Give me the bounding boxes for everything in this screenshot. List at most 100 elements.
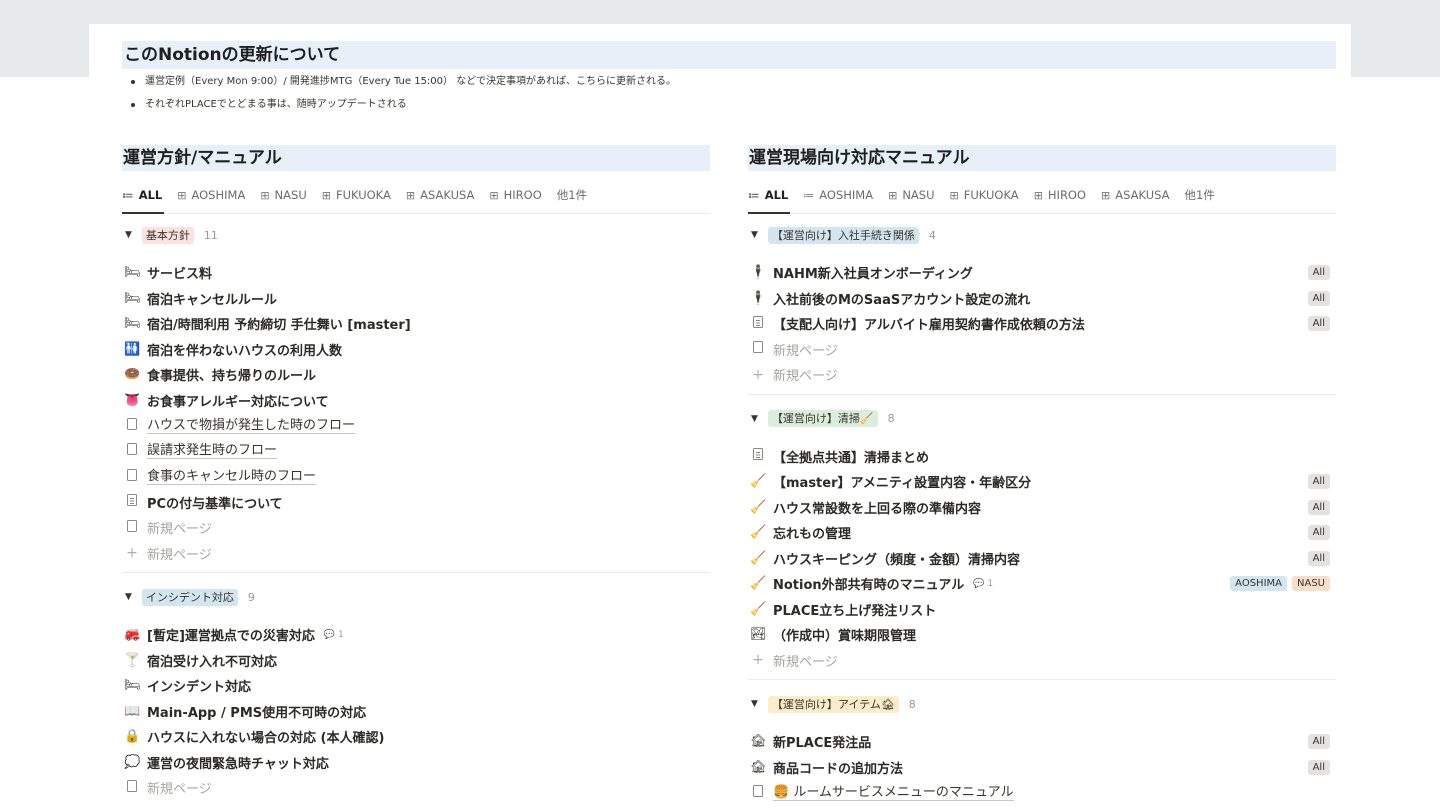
page-row[interactable]: 🧹 忘れもの管理 All bbox=[748, 520, 1336, 546]
page-row[interactable]: + 新規ページ bbox=[122, 541, 710, 567]
page-row[interactable]: PCの付与基準について bbox=[122, 490, 710, 516]
page-icon bbox=[124, 417, 140, 434]
page-row[interactable]: 新規ページ bbox=[748, 337, 1336, 363]
emoji-icon: 🛏 bbox=[124, 678, 141, 694]
comment-count[interactable]: 💬 1 bbox=[973, 579, 993, 589]
collapse-caret-icon[interactable]: ▼ bbox=[125, 230, 132, 240]
group-count: 4 bbox=[928, 228, 936, 242]
page-row[interactable]: 【支配人向け】アルバイト雇用契約書作成依頼の方法 All bbox=[748, 311, 1336, 337]
page-row[interactable]: + 新規ページ bbox=[748, 648, 1336, 674]
tab-asakusa[interactable]: ⊞ ASAKUSA bbox=[406, 177, 475, 213]
page-row[interactable]: 🔒 ハウスに入れない場合の対応 (本人確認) bbox=[122, 724, 710, 750]
collapse-caret-icon[interactable]: ▼ bbox=[751, 414, 758, 424]
page-row[interactable]: 🚻 宿泊を伴わないハウスの利用人数 bbox=[122, 337, 710, 363]
emoji-icon: 🧹 bbox=[750, 499, 767, 515]
group-items: 🛏 サービス料 🛏 宿泊キャンセルルール 🛏 宿泊/時間利用 予約締切 手仕舞い [mas… bbox=[122, 260, 710, 566]
group-header[interactable]: ▼ 【運営向け】入社手続き関係 4 bbox=[748, 216, 1336, 254]
table-view-icon: ⊞ bbox=[949, 188, 959, 202]
page-row[interactable]: 🕴 入社前後のMのSaaSアカウント設定の流れ All bbox=[748, 286, 1336, 312]
page-row[interactable]: 🏚 商品コードの追加方法 All bbox=[748, 755, 1336, 781]
page-row[interactable]: 🏚 新PLACE発注品 All bbox=[748, 729, 1336, 755]
page-row[interactable]: + 新規ページ bbox=[748, 362, 1336, 388]
tab-nasu[interactable]: ⊞ NASU bbox=[260, 177, 306, 213]
page-row[interactable]: 🕴 NAHM新入社員オンボーディング All bbox=[748, 260, 1336, 286]
tab-asakusa[interactable]: ⊞ ASAKUSA bbox=[1101, 177, 1170, 213]
page-row[interactable]: 💭 運営の夜間緊急時チャット対応 bbox=[122, 750, 710, 776]
tab-label: 他1件 bbox=[556, 188, 588, 202]
right-database-title[interactable]: 運営現場向け対応マニュアル bbox=[748, 145, 1336, 171]
collapse-caret-icon[interactable]: ▼ bbox=[751, 230, 758, 240]
tab-label: ALL bbox=[764, 188, 789, 202]
page-row[interactable]: 🧹 ハウス常設数を上回る際の準備内容 All bbox=[748, 495, 1336, 521]
page-row[interactable]: 🏞 （作成中）賞味期限管理 bbox=[748, 622, 1336, 648]
group-header[interactable]: ▼ 基本方針 11 bbox=[122, 216, 710, 254]
page-row[interactable]: 🛏 サービス料 bbox=[122, 260, 710, 286]
page-title: [暫定]運営拠点での災害対応 bbox=[147, 629, 315, 645]
tab-label: FUKUOKA bbox=[963, 188, 1019, 202]
page-row[interactable]: 🧹 【master】アメニティ設置内容・年齢区分 All bbox=[748, 469, 1336, 495]
tab-fukuoka[interactable]: ⊞ FUKUOKA bbox=[950, 177, 1019, 213]
group-items: 🏚 新PLACE発注品 All 🏚 商品コードの追加方法 All 🍔 ルームサービスメニュー… bbox=[748, 729, 1336, 806]
group-count: 8 bbox=[908, 697, 916, 711]
tab-label: FUKUOKA bbox=[335, 188, 391, 202]
page-row[interactable]: 🧹 ハウスキーピング（頻度・金額）清掃内容 All bbox=[748, 546, 1336, 572]
list-view-icon: ≔ bbox=[122, 188, 134, 202]
tab-aoshima[interactable]: ≔ AOSHIMA bbox=[803, 177, 873, 213]
page-row[interactable]: 🛏 宿泊/時間利用 予約締切 手仕舞い [master] bbox=[122, 311, 710, 337]
page-icon bbox=[750, 784, 766, 801]
collapse-caret-icon[interactable]: ▼ bbox=[751, 699, 758, 709]
comment-count[interactable]: 💬 1 bbox=[324, 630, 344, 640]
page-row[interactable]: 🍩 食事提供、持ち帰りのルール bbox=[122, 362, 710, 388]
tab-他1件[interactable]: 他1件 bbox=[1185, 177, 1215, 213]
group-header[interactable]: ▼ インシデント対応 9 bbox=[122, 578, 710, 616]
tab-aoshima[interactable]: ⊞ AOSHIMA bbox=[177, 177, 245, 213]
page-title: 新規ページ bbox=[147, 782, 212, 798]
table-view-icon: ⊞ bbox=[888, 188, 898, 202]
page-row[interactable]: 📖 Main-App / PMS使用不可時の対応 bbox=[122, 699, 710, 725]
page-row[interactable]: 誤請求発生時のフロー bbox=[122, 439, 710, 465]
page-row[interactable]: 🧹 Notion外部共有時のマニュアル 💬 1 AOSHIMA NASU bbox=[748, 571, 1336, 597]
group-header[interactable]: ▼ 【運営向け】清掃🧹 8 bbox=[748, 400, 1336, 438]
page-row[interactable]: 🛏 インシデント対応 bbox=[122, 673, 710, 699]
tab-hiroo[interactable]: ⊞ HIROO bbox=[489, 177, 541, 213]
group-tag: 【運営向け】入社手続き関係 bbox=[767, 226, 919, 244]
tab-all[interactable]: ≔ ALL bbox=[748, 177, 791, 214]
page-row[interactable]: 新規ページ bbox=[122, 775, 710, 801]
tab-fukuoka[interactable]: ⊞ FUKUOKA bbox=[322, 177, 391, 213]
page-row[interactable]: 新規ページ bbox=[122, 515, 710, 541]
emoji-icon: 🔒 bbox=[124, 729, 141, 745]
page-row[interactable]: 🚒 [暫定]運営拠点での災害対応 💬 1 bbox=[122, 622, 710, 648]
page-row[interactable]: 🛏 宿泊キャンセルルール bbox=[122, 286, 710, 312]
page-title: 入社前後のMのSaaSアカウント設定の流れ bbox=[773, 292, 1031, 308]
group-count: 9 bbox=[247, 590, 255, 604]
emoji-icon: 📖 bbox=[124, 703, 141, 719]
collapse-caret-icon[interactable]: ▼ bbox=[125, 592, 132, 602]
page-row[interactable]: 🍸 宿泊受け入れ不可対応 bbox=[122, 648, 710, 674]
group: ▼ 【運営向け】アイテム🏚 8 🏚 新PLACE発注品 All 🏚 商品コードの追加方法 All… bbox=[748, 679, 1336, 806]
tab-他1件[interactable]: 他1件 bbox=[557, 177, 587, 213]
page-row[interactable]: 🍔 ルームサービスメニューのマニュアル bbox=[748, 780, 1336, 806]
tab-label: AOSHIMA bbox=[819, 188, 874, 202]
group-count: 8 bbox=[887, 412, 895, 425]
tab-all[interactable]: ≔ ALL bbox=[122, 177, 165, 214]
emoji-icon: 🧹 bbox=[750, 525, 767, 541]
group-header[interactable]: ▼ 【運営向け】アイテム🏚 8 bbox=[748, 685, 1336, 723]
page-row[interactable]: 🧹 PLACE立ち上げ発注リスト bbox=[748, 597, 1336, 623]
page-row[interactable]: 👅 お食事アレルギー対応について bbox=[122, 388, 710, 414]
left-database-title[interactable]: 運営方針/マニュアル bbox=[122, 145, 710, 171]
page-row[interactable]: 食事のキャンセル時のフロー bbox=[122, 464, 710, 490]
tag-all: All bbox=[1307, 290, 1330, 306]
page-title: 食事提供、持ち帰りのルール bbox=[147, 369, 317, 385]
tab-label: ASAKUSA bbox=[420, 188, 475, 202]
page-title: 忘れもの管理 bbox=[773, 527, 852, 543]
tab-hiroo[interactable]: ⊞ HIROO bbox=[1034, 177, 1086, 213]
callout-bullet: それぞれPLACEでとどまる事は、随時アップデートされる bbox=[130, 94, 676, 117]
page-title: 宿泊/時間利用 予約締切 手仕舞い [master] bbox=[147, 318, 411, 334]
group: ▼ インシデント対応 9 🚒 [暫定]運営拠点での災害対応 💬 1 🍸 宿泊受け入れ不可対応 🛏… bbox=[122, 572, 710, 801]
emoji-icon: 🚻 bbox=[124, 341, 141, 357]
row-tags: All bbox=[1303, 316, 1330, 331]
page-row[interactable]: ハウスで物損が発生した時のフロー bbox=[122, 413, 710, 439]
page-row[interactable]: 【全拠点共通】清掃まとめ bbox=[748, 444, 1336, 470]
page-title: 新規ページ bbox=[147, 547, 212, 563]
tab-nasu[interactable]: ⊞ NASU bbox=[888, 177, 934, 213]
